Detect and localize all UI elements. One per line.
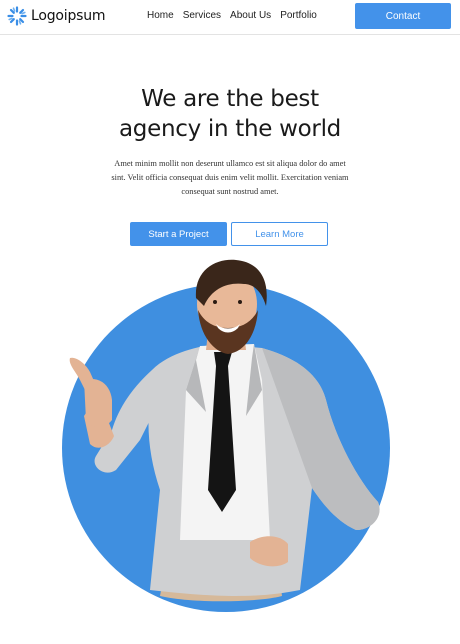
nav-home[interactable]: Home <box>147 10 174 21</box>
hero-illustration <box>0 240 460 644</box>
right-hand <box>250 536 288 567</box>
main-nav: Home Services About Us Portfolio <box>147 10 326 21</box>
nav-services[interactable]: Services <box>183 10 221 21</box>
logo[interactable]: Logoipsum <box>7 6 106 26</box>
learn-more-button[interactable]: Learn More <box>231 222 328 246</box>
nav-portfolio[interactable]: Portfolio <box>280 10 317 21</box>
hero-title: We are the best agency in the world <box>0 84 460 144</box>
logo-text: Logoipsum <box>31 8 106 24</box>
hero-title-line-2: agency in the world <box>119 116 341 142</box>
nav-about-us[interactable]: About Us <box>230 10 271 21</box>
hero-title-line-1: We are the best <box>141 86 319 112</box>
hero-description: Amet minim mollit non deserunt ullamco e… <box>111 159 349 196</box>
site-header: Logoipsum Home Services About Us Portfol… <box>0 0 460 35</box>
contact-button[interactable]: Contact <box>355 3 451 29</box>
sunburst-logo-icon <box>7 6 27 26</box>
hero-image <box>62 259 390 612</box>
landing-page: Logoipsum Home Services About Us Portfol… <box>0 0 460 644</box>
start-project-button[interactable]: Start a Project <box>130 222 227 246</box>
